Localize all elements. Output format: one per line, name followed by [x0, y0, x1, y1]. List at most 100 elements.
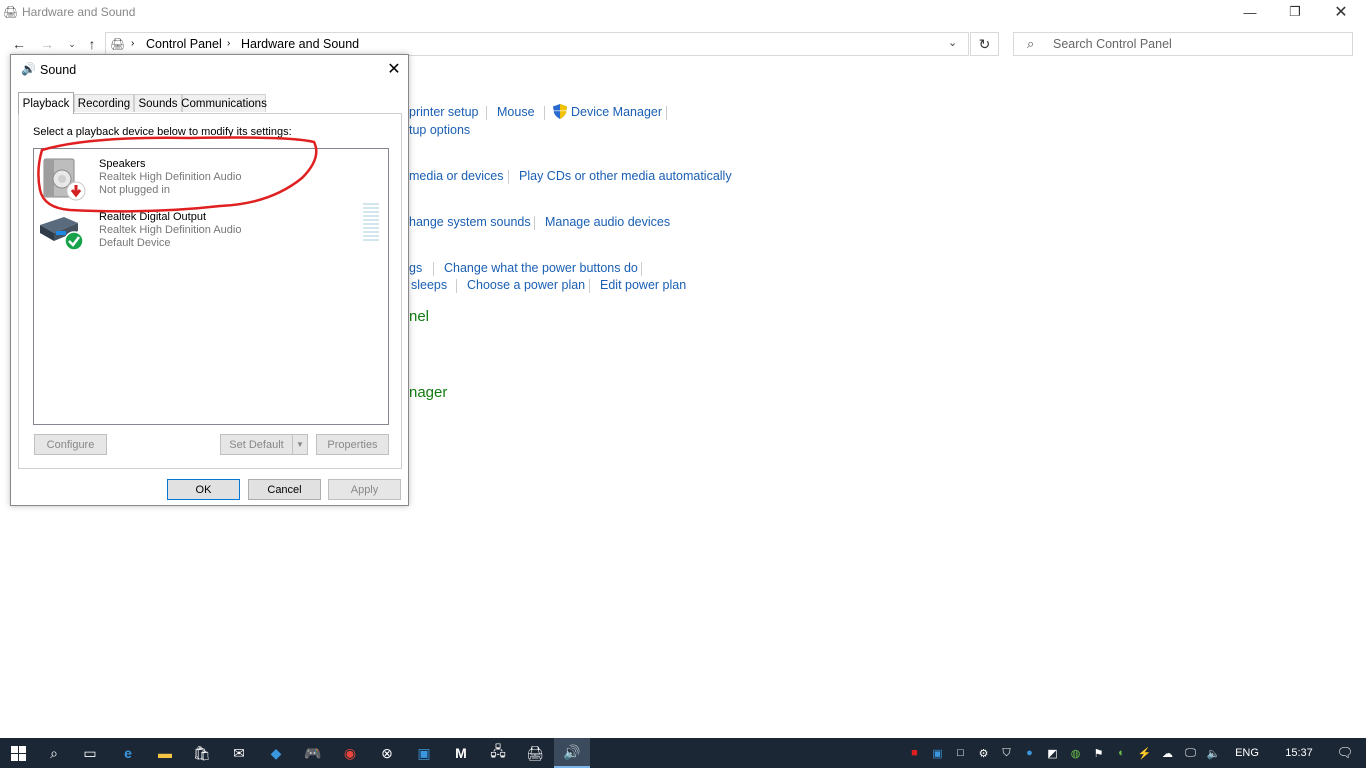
link-power-settings[interactable]: gs — [409, 261, 422, 275]
device-status-digital-output: Default Device — [99, 237, 171, 249]
breadcrumb-hardware-and-sound[interactable]: Hardware and Sound — [241, 37, 359, 51]
link-change-system-sounds[interactable]: hange system sounds — [409, 215, 531, 229]
xbox-icon[interactable]: ⊗ — [369, 738, 405, 768]
apply-button[interactable]: Apply — [328, 479, 401, 500]
tray-app-icon[interactable]: ■ — [903, 747, 926, 759]
network-icon[interactable]: 🖵 — [1179, 747, 1202, 760]
shield-icon — [553, 104, 567, 119]
edge-browser-icon[interactable]: e — [110, 738, 146, 768]
forward-button[interactable]: → — [38, 34, 56, 54]
link-printer-setup[interactable]: printer setup — [409, 105, 478, 119]
configure-button[interactable]: Configure — [34, 434, 107, 455]
tray-app-icon[interactable]: ⚑ — [1087, 747, 1110, 760]
link-manage-audio-devices[interactable]: Manage audio devices — [545, 215, 670, 229]
onedrive-cloud-icon[interactable]: ☁ — [1156, 747, 1179, 760]
ok-button[interactable]: OK — [167, 479, 240, 500]
game-controller-icon[interactable]: 🎮 — [295, 738, 331, 768]
search-icon[interactable]: ⌕ — [36, 738, 72, 768]
app-icon[interactable]: ◆ — [258, 738, 294, 768]
link-separator — [544, 106, 545, 120]
link-edit-power-plan[interactable]: Edit power plan — [600, 278, 686, 292]
search-icon: ⌕ — [1027, 36, 1035, 51]
system-tray: ■ ▣ □ ⚙ ⛉ ● ◩ ◍ ⚑ ◐ ⚡ ☁ 🖵 🔈 ENG 15:37 🗨 — [903, 738, 1361, 768]
window-title: Hardware and Sound — [22, 5, 136, 19]
category-heading-manager[interactable]: nager — [409, 384, 447, 401]
sound-app-icon[interactable]: 🔊 — [554, 738, 590, 768]
address-location-icon: 🖨 — [110, 37, 126, 51]
link-separator — [666, 106, 667, 120]
breadcrumb-separator-icon: › — [131, 38, 135, 49]
address-bar[interactable]: 🖨 › Control Panel › Hardware and Sound ⌄ — [105, 32, 969, 56]
tray-app-icon[interactable]: ▣ — [926, 747, 949, 760]
sound-dialog: 🔊 Sound ✕ Playback Recording Sounds Comm… — [10, 54, 409, 506]
tab-playback[interactable]: Playback — [18, 92, 74, 114]
breadcrumb-control-panel[interactable]: Control Panel — [146, 37, 222, 51]
recent-locations-button[interactable]: ⌄ — [63, 34, 81, 54]
action-center-icon[interactable]: 🗨 — [1329, 745, 1361, 761]
globe-icon[interactable]: ◍ — [1064, 747, 1087, 760]
category-heading-panel[interactable]: nel — [409, 308, 429, 325]
device-driver-digital-output: Realtek High Definition Audio — [99, 224, 242, 236]
clock[interactable]: 15:37 — [1269, 747, 1329, 759]
properties-button[interactable]: Properties — [316, 434, 389, 455]
store-icon[interactable]: 🛍 — [184, 738, 220, 768]
language-indicator[interactable]: ENG — [1225, 747, 1269, 759]
link-separator — [456, 279, 457, 293]
mail-icon[interactable]: ✉ — [221, 738, 257, 768]
file-explorer-icon[interactable]: ▬ — [147, 738, 183, 768]
breadcrumb-separator-icon: › — [227, 38, 231, 49]
tab-communications[interactable]: Communications — [181, 94, 267, 112]
red-annotation-circle — [37, 136, 318, 213]
link-separator — [534, 216, 535, 230]
dialog-close-button[interactable]: ✕ — [383, 59, 405, 79]
link-separator — [433, 262, 434, 276]
chevron-down-icon: ▼ — [296, 440, 304, 449]
link-media-or-devices[interactable]: media or devices — [409, 169, 504, 183]
tray-app-icon[interactable]: ◩ — [1041, 747, 1064, 760]
link-computer-sleeps[interactable]: sleeps — [411, 278, 447, 292]
control-panel-icon: 🖨 — [3, 5, 19, 19]
control-panel-app-icon[interactable]: 🖨 — [517, 738, 553, 768]
task-view-icon[interactable]: ▭ — [72, 738, 108, 768]
set-default-button[interactable]: Set Default — [220, 434, 293, 455]
tray-app-icon[interactable]: ⚙ — [972, 747, 995, 760]
link-separator — [486, 106, 487, 120]
tab-sounds[interactable]: Sounds — [134, 94, 182, 112]
cancel-button[interactable]: Cancel — [248, 479, 321, 500]
link-choose-power-plan[interactable]: Choose a power plan — [467, 278, 585, 292]
set-default-dropdown-button[interactable]: ▼ — [292, 434, 308, 455]
volume-level-meter — [363, 203, 379, 246]
link-mouse[interactable]: Mouse — [497, 105, 535, 119]
taskbar: ⌕ ▭ e ▬ 🛍 ✉ ◆ 🎮 ◉ ⊗ ▣ M 🖧 🖨 🔊 ■ ▣ □ ⚙ ⛉ … — [0, 738, 1366, 768]
volume-icon[interactable]: 🔈 — [1202, 747, 1225, 760]
title-bar: 🖨 Hardware and Sound — ❐ ✕ — [0, 0, 1366, 24]
restore-button[interactable]: ❐ — [1272, 0, 1318, 24]
refresh-button[interactable]: ↻ — [970, 32, 999, 56]
sound-dialog-title: Sound — [40, 63, 77, 77]
tray-app-icon[interactable]: □ — [949, 747, 972, 759]
minimize-button[interactable]: — — [1227, 0, 1273, 24]
link-separator — [508, 170, 509, 184]
sound-dialog-icon: 🔊 — [21, 62, 36, 76]
link-device-manager[interactable]: Device Manager — [571, 105, 662, 119]
link-separator — [589, 279, 590, 293]
link-change-power-buttons[interactable]: Change what the power buttons do — [444, 261, 638, 275]
tray-app-icon[interactable]: ⚡ — [1133, 747, 1156, 760]
search-input[interactable]: Search Control Panel — [1053, 37, 1172, 51]
link-play-cds-automatically[interactable]: Play CDs or other media automatically — [519, 169, 732, 183]
tray-app-icon[interactable]: ◐ — [1110, 747, 1133, 759]
defender-shield-icon[interactable]: ⛉ — [995, 747, 1018, 760]
start-button[interactable] — [0, 738, 36, 768]
chrome-browser-icon[interactable]: ◉ — [332, 738, 368, 768]
tab-recording[interactable]: Recording — [74, 94, 134, 112]
m-app-icon[interactable]: M — [443, 738, 479, 768]
address-dropdown-icon[interactable]: ⌄ — [948, 36, 957, 49]
outlook-icon[interactable]: ▣ — [406, 738, 442, 768]
network-app-icon[interactable]: 🖧 — [480, 738, 516, 768]
close-window-button[interactable]: ✕ — [1318, 0, 1364, 24]
search-box[interactable]: ⌕ Search Control Panel — [1013, 32, 1353, 56]
up-button[interactable]: ↑ — [83, 34, 101, 54]
back-button[interactable]: ← — [10, 34, 28, 54]
tray-app-icon[interactable]: ● — [1018, 747, 1041, 759]
link-startup-options[interactable]: tup options — [409, 123, 470, 137]
